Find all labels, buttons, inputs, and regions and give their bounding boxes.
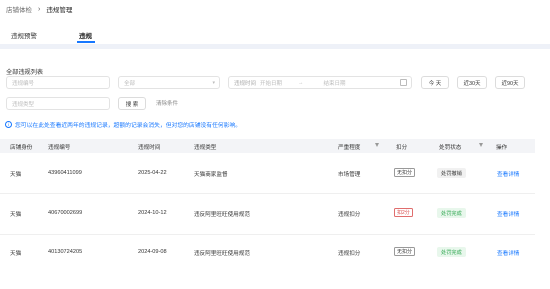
col-severity: 严重程度 [338,145,361,151]
cell-type: 违反阿里旺旺使用规范 [194,212,250,218]
cell-severity: 违规扣分 [338,212,361,218]
cell-type: 违反阿里旺旺使用规范 [194,251,250,257]
last-90-days-button[interactable]: 近90天 [495,76,525,89]
status-badge: 处罚完成 [437,247,466,257]
breadcrumb-parent[interactable]: 店铺体检 [6,4,32,14]
date-range-picker[interactable]: 违规时间 开始日期 → 结束日期 [228,76,412,89]
filter-icon[interactable] [375,143,379,147]
cell-time: 2024-09-08 [138,249,167,255]
table-header: 店铺身份 违规编号 违规时间 违规类型 严重程度 扣分 处罚状态 操作 [0,139,535,153]
section-title: 全部违规列表 [6,69,44,76]
cell-time: 2024-10-12 [138,210,167,216]
info-notice: i 您可以在此处查看近两年的违规记录，超额的记录会消失，但对您的店铺没有任何影响… [5,120,241,129]
cell-type: 天猫商家监督 [194,172,228,178]
clear-filters-button[interactable]: 清除条件 [156,99,178,107]
cell-store: 天猫 [10,212,22,218]
info-notice-text: 您可以在此处查看近两年的违规记录，超额的记录会消失，但对您的店铺没有任何影响。 [15,123,242,129]
date-label: 违规时间 [234,80,257,87]
status-badge: 处罚完成 [437,208,466,218]
calendar-icon [400,79,407,86]
cell-code: 43960411099 [48,170,82,176]
cell-code: 40670002699 [48,210,83,216]
table-row: 天猫 40130724205 2024-09-08 违反阿里旺旺使用规范 违规扣… [0,235,535,276]
filter-icon[interactable] [479,143,483,147]
violation-code-input[interactable]: 违规编号 [6,76,110,89]
violation-code-placeholder: 违规编号 [12,80,35,87]
col-store: 店铺身份 [10,145,33,151]
severity-select[interactable]: 全部 ▾ [118,76,220,89]
col-code: 违规编号 [48,145,71,151]
col-type: 违规类型 [194,145,217,151]
view-details-link[interactable]: 查看详情 [497,210,519,218]
points-tag: 无扣分 [394,247,416,256]
cell-time: 2025-04-22 [138,170,167,176]
cell-severity: 违规扣分 [338,251,361,257]
col-points: 扣分 [396,145,408,151]
breadcrumb: 店铺体检 › 违规管理 [6,4,73,15]
col-status: 处罚状态 [439,145,462,151]
section-divider [0,44,550,49]
breadcrumb-current: 违规管理 [46,7,73,14]
cell-store: 天猫 [10,251,22,257]
cell-store: 天猫 [10,172,22,178]
active-tab-indicator [77,41,95,43]
tab-violation[interactable]: 违规 [79,30,92,40]
view-details-link[interactable]: 查看详情 [497,170,519,178]
view-details-link[interactable]: 查看详情 [497,249,519,257]
violation-type-placeholder: 违规类型 [12,101,35,108]
violation-type-input[interactable]: 违规类型 [6,97,110,110]
col-action: 操作 [496,145,508,151]
date-end[interactable]: 结束日期 [324,79,346,87]
severity-select-value: 全部 [124,80,136,87]
cell-severity: 市场管理 [338,172,361,178]
status-badge: 处罚撤销 [437,168,466,178]
points-tag: 扣2分 [394,208,413,217]
search-button[interactable]: 搜 索 [118,97,146,110]
table-row: 天猫 40670002699 2024-10-12 违反阿里旺旺使用规范 违规扣… [0,194,535,235]
points-tag: 无扣分 [394,168,416,177]
col-time: 违规时间 [138,145,161,151]
tab-violation-warning[interactable]: 违规预警 [11,30,37,40]
cell-code: 40130724205 [48,249,83,255]
table-row: 天猫 43960411099 2025-04-22 天猫商家监督 市场管理 无扣… [0,153,535,194]
date-start[interactable]: 开始日期 [260,79,282,87]
tab-bar: 违规预警 违规 [0,30,550,44]
last-30-days-button[interactable]: 近30天 [457,76,487,89]
arrow-right-icon: → [298,79,304,86]
today-button[interactable]: 今 天 [421,76,449,89]
chevron-down-icon: ▾ [212,79,215,86]
chevron-right-icon: › [38,5,41,13]
info-icon: i [5,121,12,128]
